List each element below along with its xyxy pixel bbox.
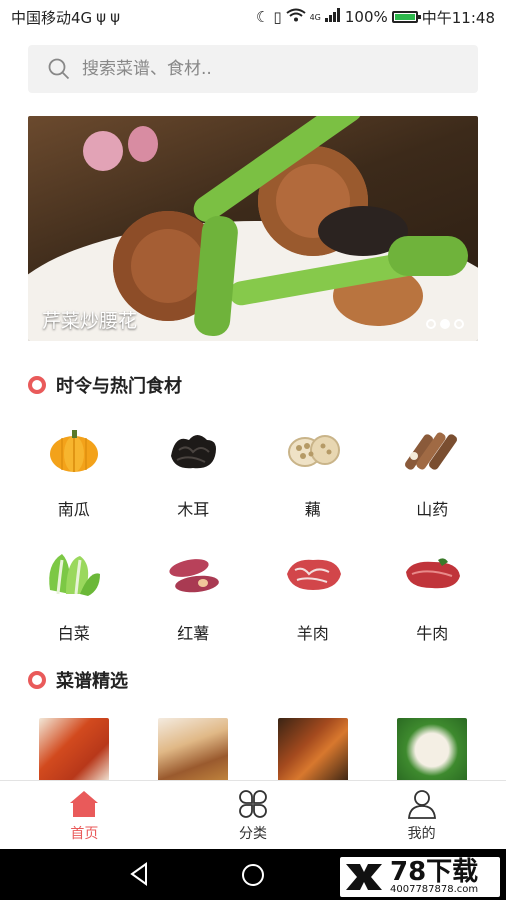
ingredient-item[interactable]: 红薯 (134, 544, 254, 668)
section-title-text: 菜谱精选 (56, 671, 128, 692)
carrier-text: 中国移动4G (11, 8, 93, 27)
back-icon[interactable] (128, 862, 152, 886)
network-type: 4G (309, 12, 321, 22)
recipe-card[interactable] (134, 718, 254, 782)
recipe-grid (14, 718, 492, 782)
tab-label: 首页 (70, 826, 99, 842)
usb-icon: ψ (96, 8, 107, 26)
ingredient-label: 山药 (416, 500, 449, 519)
recipe-card[interactable] (373, 718, 493, 782)
banner-caption: 芹菜炒腰花 (42, 310, 138, 332)
ingredient-grid: 南瓜 木耳 藕 山药 白菜 红薯 羊肉 牛肉 (14, 420, 492, 668)
ingredient-label: 羊肉 (296, 624, 329, 643)
bottom-tab-bar: 首页 分类 我的 (0, 780, 506, 850)
recipe-image (277, 718, 348, 782)
home-circle-icon[interactable] (240, 862, 266, 888)
ingredient-item[interactable]: 木耳 (134, 420, 254, 544)
lotus-root-icon (283, 426, 343, 474)
ingredient-label: 白菜 (57, 624, 90, 643)
ring-icon (28, 671, 46, 689)
recipe-image (38, 718, 109, 782)
ingredient-item[interactable]: 羊肉 (253, 544, 373, 668)
recipe-card[interactable] (14, 718, 134, 782)
tab-category[interactable]: 分类 (169, 781, 338, 850)
ingredient-item[interactable]: 山药 (373, 420, 493, 544)
wood-ear-icon (163, 426, 223, 474)
watermark-brand: 78下载 (390, 856, 479, 887)
banner-carousel[interactable]: 芹菜炒腰花 (28, 116, 478, 341)
ingredient-label: 木耳 (177, 500, 210, 519)
beef-icon (402, 550, 462, 598)
watermark-logo-icon (346, 864, 382, 890)
pumpkin-icon (44, 426, 104, 474)
signal-icon (324, 8, 341, 26)
battery-percent: 100% (344, 8, 388, 26)
battery-icon (391, 11, 421, 23)
tab-label: 分类 (239, 826, 267, 842)
search-icon (48, 58, 70, 80)
ingredient-item[interactable]: 南瓜 (14, 420, 134, 544)
ingredient-label: 牛肉 (416, 624, 449, 643)
sweet-potato-icon (163, 550, 223, 598)
ingredient-label: 南瓜 (57, 500, 90, 519)
watermark: 78下载 4007787878.com (340, 857, 500, 897)
tab-mine[interactable]: 我的 (337, 781, 506, 850)
carousel-dot[interactable] (426, 319, 436, 329)
carousel-dot[interactable] (454, 319, 464, 329)
category-icon (239, 790, 267, 818)
section-title-text: 时令与热门食材 (56, 376, 182, 397)
status-bar: 中国移动4G ψ ψ ☾ ▯ 4G 100% 中午11:48 (0, 0, 506, 34)
recipe-card[interactable] (253, 718, 373, 782)
search-input[interactable] (80, 58, 444, 80)
section-title-seasonal: 时令与热门食材 (28, 372, 182, 398)
ring-icon (28, 376, 46, 394)
ingredient-label: 红薯 (177, 624, 210, 643)
search-bar[interactable] (28, 45, 478, 93)
recipe-image (158, 718, 229, 782)
ingredient-item[interactable]: 白菜 (14, 544, 134, 668)
mutton-icon (283, 550, 343, 598)
usb-icon: ψ (110, 8, 120, 26)
carousel-indicator (426, 319, 464, 329)
home-icon (70, 791, 99, 817)
ingredient-item[interactable]: 牛肉 (373, 544, 493, 668)
tab-home[interactable]: 首页 (0, 781, 169, 850)
wifi-icon (285, 8, 306, 26)
cabbage-icon (44, 550, 104, 598)
recipe-image (397, 718, 468, 782)
clock: 中午11:48 (421, 8, 495, 27)
ingredient-label: 藕 (304, 500, 321, 519)
person-icon (407, 790, 436, 819)
carousel-dot-active[interactable] (440, 319, 450, 329)
vibrate-icon: ▯ (273, 8, 282, 26)
watermark-phone: 4007787878.com (390, 883, 479, 895)
section-title-recipes: 菜谱精选 (28, 667, 128, 693)
yam-icon (402, 426, 462, 474)
tab-label: 我的 (407, 826, 436, 842)
moon-icon: ☾ (255, 8, 270, 26)
ingredient-item[interactable]: 藕 (253, 420, 373, 544)
